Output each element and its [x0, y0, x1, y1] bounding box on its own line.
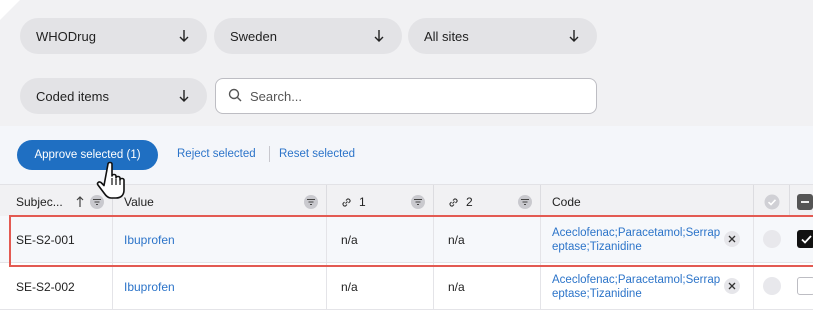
remove-icon[interactable]: [724, 231, 740, 247]
select-all-checkbox[interactable]: [797, 194, 813, 210]
level-1-cell: n/a: [327, 263, 434, 310]
column-approved: [754, 185, 790, 219]
country-select[interactable]: Sweden: [214, 18, 402, 54]
value-cell: Ibuprofen: [113, 216, 327, 263]
filter-icon[interactable]: [518, 195, 532, 209]
filter-icon[interactable]: [304, 195, 318, 209]
level-2-cell: n/a: [434, 216, 541, 263]
sort-up-icon[interactable]: [76, 196, 84, 208]
column-level-2-label: 2: [466, 195, 473, 209]
code-cell: Aceclofenac;Paracetamol;Serrapeptase;Tiz…: [541, 263, 754, 310]
level-2-value: n/a: [448, 232, 465, 247]
item-filter-select-value: Coded items: [36, 88, 109, 104]
remove-icon[interactable]: [724, 278, 740, 294]
approve-selected-button[interactable]: Approve selected (1): [17, 140, 158, 170]
item-filter-select[interactable]: Coded items: [20, 78, 207, 114]
subject-cell: SE-S2-001: [0, 216, 113, 263]
arrow-down-icon: [177, 28, 191, 44]
level-2-cell: n/a: [434, 263, 541, 310]
level-1-value: n/a: [341, 232, 358, 247]
table-row[interactable]: SE-S2-002 Ibuprofen n/a n/a Aceclofenac;…: [0, 263, 813, 310]
subject-id: SE-S2-001: [16, 232, 75, 247]
column-level-2[interactable]: 2: [434, 185, 541, 219]
table-row[interactable]: SE-S2-001 Ibuprofen n/a n/a Aceclofenac;…: [0, 216, 813, 263]
filter-icon[interactable]: [411, 195, 425, 209]
row-checkbox[interactable]: [797, 277, 813, 295]
search-box[interactable]: [215, 78, 597, 114]
hand-cursor: [96, 160, 134, 200]
code-cell: Aceclofenac;Paracetamol;Serrapeptase;Tiz…: [541, 216, 754, 263]
column-level-1-label: 1: [359, 195, 366, 209]
code-link[interactable]: Aceclofenac;Paracetamol;Serrapeptase;Tiz…: [552, 273, 724, 301]
value-link[interactable]: Ibuprofen: [124, 233, 175, 247]
column-value[interactable]: Value: [113, 185, 327, 219]
link-icon: [341, 197, 352, 208]
arrow-down-icon: [372, 28, 386, 44]
reset-selected-link[interactable]: Reset selected: [279, 148, 355, 160]
value-link[interactable]: Ibuprofen: [124, 280, 175, 294]
site-select-value: All sites: [424, 28, 469, 44]
divider: [269, 146, 270, 162]
level-1-value: n/a: [341, 279, 358, 294]
site-select[interactable]: All sites: [408, 18, 597, 54]
level-2-value: n/a: [448, 279, 465, 294]
approval-status-indicator: [763, 230, 781, 248]
code-link[interactable]: Aceclofenac;Paracetamol;Serrapeptase;Tiz…: [552, 226, 724, 254]
subject-id: SE-S2-002: [16, 279, 75, 294]
row-checkbox[interactable]: [797, 230, 813, 248]
value-cell: Ibuprofen: [113, 263, 327, 310]
level-1-cell: n/a: [327, 216, 434, 263]
search-icon: [228, 88, 242, 105]
country-select-value: Sweden: [230, 28, 277, 44]
column-subject-label: Subjec...: [16, 195, 63, 209]
dictionary-select[interactable]: WHODrug: [20, 18, 207, 54]
page-corner: [0, 0, 20, 20]
column-value-label: Value: [124, 195, 154, 209]
approval-status-indicator: [763, 277, 781, 295]
arrow-down-icon: [567, 28, 581, 44]
column-code[interactable]: Code: [541, 185, 754, 219]
column-code-label: Code: [552, 195, 581, 209]
column-level-1[interactable]: 1: [327, 185, 434, 219]
search-input[interactable]: [250, 88, 570, 104]
reject-selected-link[interactable]: Reject selected: [177, 148, 256, 160]
link-icon: [448, 197, 459, 208]
dictionary-select-value: WHODrug: [36, 28, 96, 44]
approved-status-icon: [764, 194, 780, 210]
subject-cell: SE-S2-002: [0, 263, 113, 310]
arrow-down-icon: [177, 88, 191, 104]
column-select: [790, 185, 813, 219]
